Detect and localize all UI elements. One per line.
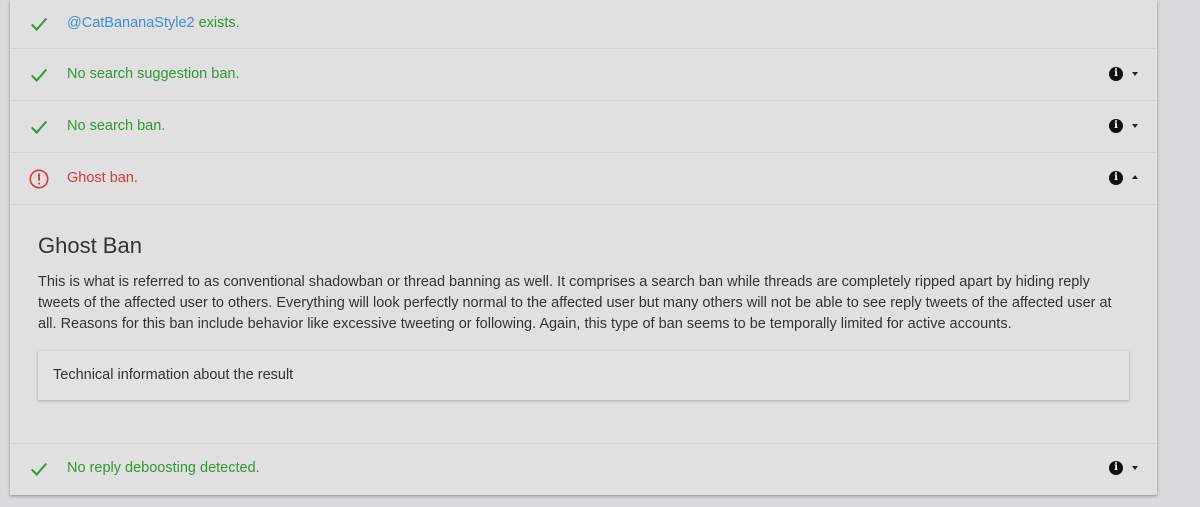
info-icon[interactable]: i <box>1109 461 1123 475</box>
username-link[interactable]: @CatBananaStyle2 <box>67 15 195 31</box>
alert-circle-icon <box>29 169 49 189</box>
info-icon[interactable]: i <box>1109 119 1123 133</box>
check-icon <box>30 462 48 476</box>
result-row-exists: @CatBananaStyle2 exists. <box>10 0 1157 49</box>
result-label-exists: @CatBananaStyle2 exists. <box>67 15 240 31</box>
technical-info-expander[interactable]: Technical information about the result <box>38 351 1129 400</box>
chevron-down-icon[interactable] <box>1132 72 1138 76</box>
check-icon <box>30 120 48 134</box>
result-label: No search ban. <box>67 118 166 134</box>
check-icon <box>30 68 48 82</box>
chevron-up-icon[interactable] <box>1132 175 1138 179</box>
details-description: This is what is referred to as conventio… <box>38 274 1112 332</box>
chevron-down-icon[interactable] <box>1132 124 1138 128</box>
result-row-ghost-ban[interactable]: Ghost ban. i <box>10 153 1157 205</box>
check-icon <box>30 17 48 31</box>
ghost-ban-details: Ghost Ban This is what is referred to as… <box>10 205 1157 444</box>
result-label: Ghost ban. <box>67 170 138 186</box>
info-icon[interactable]: i <box>1109 171 1123 185</box>
result-row-search-ban[interactable]: No search ban. i <box>10 101 1157 153</box>
result-label: No search suggestion ban. <box>67 66 240 82</box>
technical-info-label: Technical information about the result <box>53 367 294 383</box>
results-panel: @CatBananaStyle2 exists. No search sugge… <box>10 0 1157 495</box>
result-label: No reply deboosting detected. <box>67 460 260 476</box>
details-title: Ghost Ban <box>38 233 142 258</box>
info-icon[interactable]: i <box>1109 67 1123 81</box>
result-row-search-suggestion-ban[interactable]: No search suggestion ban. i <box>10 49 1157 101</box>
chevron-down-icon[interactable] <box>1132 466 1138 470</box>
result-row-reply-deboosting[interactable]: No reply deboosting detected. i <box>10 443 1157 494</box>
